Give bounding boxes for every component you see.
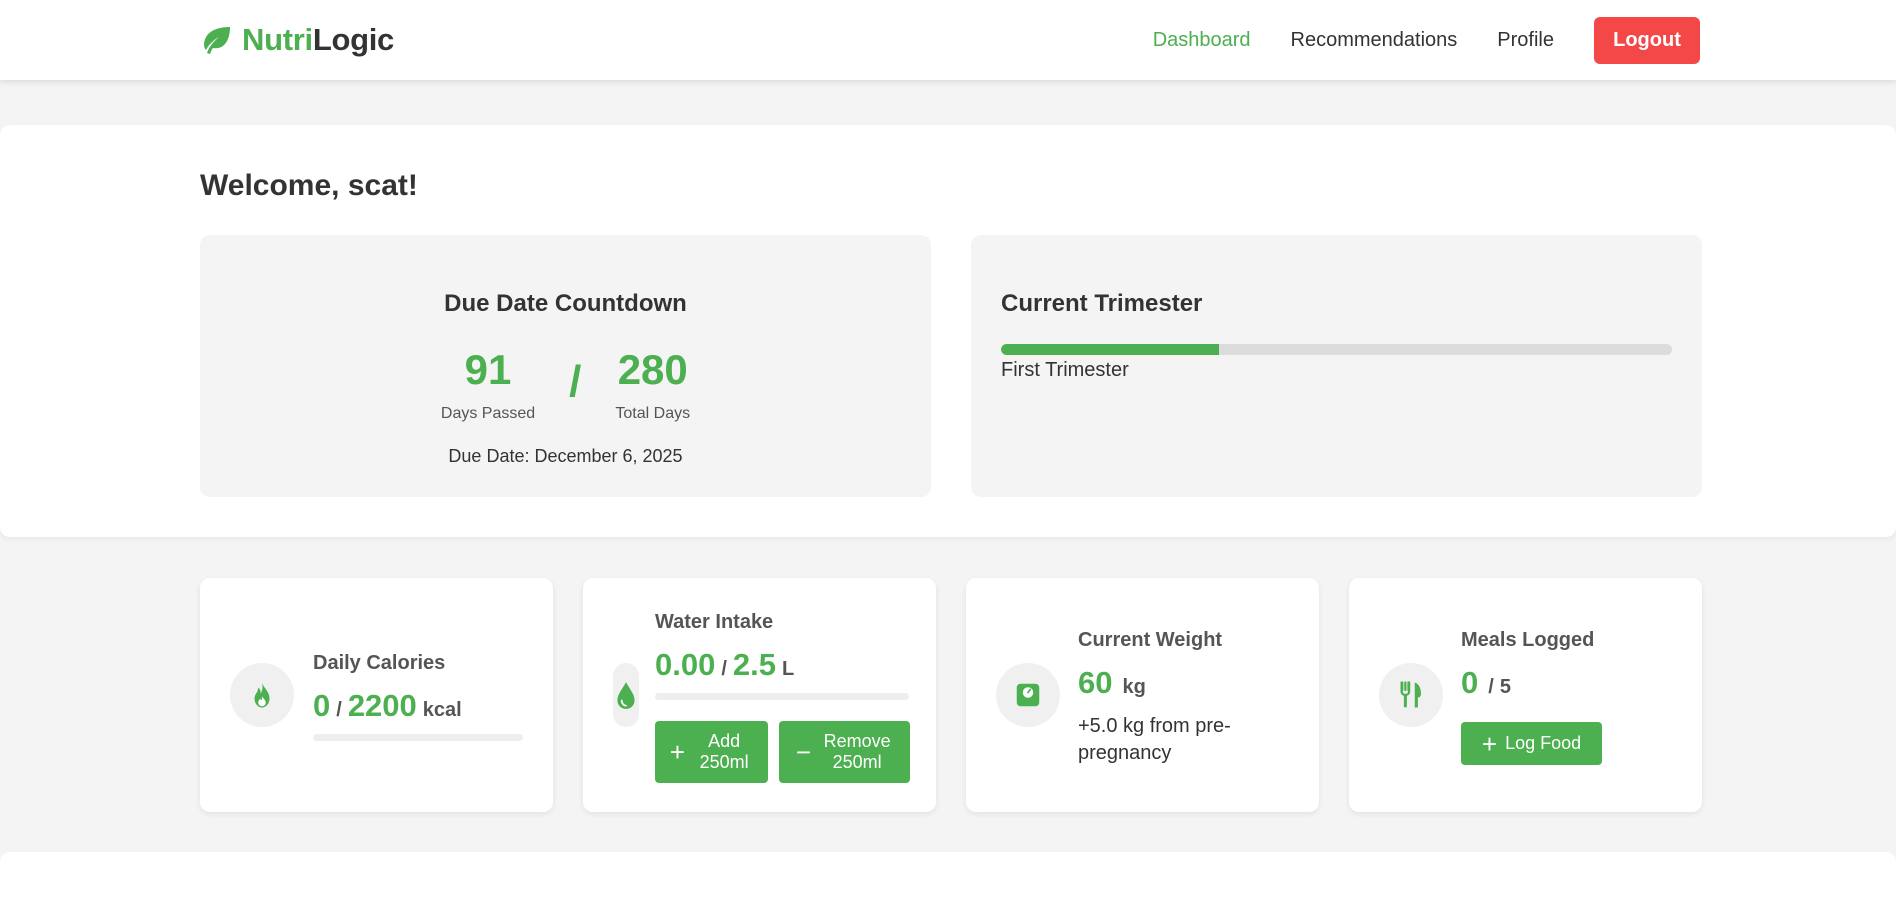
plus-icon: + bbox=[1481, 728, 1498, 759]
calories-progress-bar bbox=[313, 734, 523, 741]
countdown-row: 91 Days Passed / 280 Total Days bbox=[200, 347, 931, 423]
nav-recommendations[interactable]: Recommendations bbox=[1291, 17, 1458, 64]
days-passed-block: 91 Days Passed bbox=[441, 347, 535, 423]
countdown-title: Due Date Countdown bbox=[444, 290, 687, 317]
weight-value-row: 60 kg bbox=[1078, 665, 1146, 701]
trimester-title: Current Trimester bbox=[1001, 290, 1203, 317]
flame-icon bbox=[254, 682, 270, 708]
calories-value: 0 bbox=[313, 688, 331, 723]
meals-value: 0 bbox=[1461, 665, 1479, 700]
logout-button[interactable]: Logout bbox=[1594, 17, 1700, 64]
meals-logged-card: Meals Logged 0 / 5 + Log Food bbox=[1349, 578, 1702, 812]
countdown-separator: / bbox=[569, 357, 582, 406]
brand-logo[interactable]: NutriLogic bbox=[200, 22, 394, 58]
trimester-progress-fill bbox=[1001, 344, 1220, 355]
utensils-icon-circle bbox=[1379, 663, 1443, 727]
days-passed-value: 91 bbox=[464, 346, 512, 393]
total-days-block: 280 Total Days bbox=[615, 347, 690, 423]
welcome-card: Welcome, scat! Due Date Countdown 91 Day… bbox=[0, 125, 1896, 537]
remove-water-label: Remove 250ml bbox=[823, 731, 891, 772]
flame-icon-circle bbox=[230, 663, 294, 727]
brand-name: NutriLogic bbox=[242, 22, 394, 58]
water-drop-icon bbox=[617, 682, 635, 709]
scale-icon bbox=[1016, 683, 1040, 707]
meals-target: 5 bbox=[1499, 676, 1511, 698]
total-days-value: 280 bbox=[617, 346, 688, 393]
calories-label: Daily Calories bbox=[313, 652, 446, 674]
water-separator: / bbox=[721, 658, 727, 680]
remove-water-button[interactable]: − Remove 250ml bbox=[779, 721, 910, 783]
calories-value-row: 0 / 2200 kcal bbox=[313, 688, 462, 724]
due-date-text: Due Date: December 6, 2025 bbox=[448, 446, 683, 466]
trimester-progress-bar bbox=[1001, 344, 1672, 355]
nav-links: Dashboard Recommendations Profile Logout bbox=[1153, 17, 1700, 64]
days-passed-label: Days Passed bbox=[440, 405, 536, 422]
current-weight-card: Current Weight 60 kg +5.0 kg from pre-pr… bbox=[966, 578, 1319, 812]
water-value-row: 0.00 / 2.5 L bbox=[655, 647, 794, 683]
leaf-icon bbox=[204, 27, 230, 54]
weight-value: 60 bbox=[1078, 665, 1113, 700]
calories-target: 2200 bbox=[347, 688, 417, 723]
welcome-title: Welcome, scat! bbox=[200, 169, 418, 202]
water-label: Water Intake bbox=[655, 611, 774, 633]
plus-icon: + bbox=[669, 737, 686, 767]
current-trimester-panel: Current Trimester First Trimester bbox=[971, 235, 1702, 497]
bottom-section-card bbox=[0, 852, 1896, 898]
log-food-button[interactable]: + Log Food bbox=[1461, 722, 1602, 765]
meals-separator: / bbox=[1488, 676, 1494, 698]
weight-change-note: +5.0 kg from pre-pregnancy bbox=[1078, 715, 1231, 764]
nav-profile[interactable]: Profile bbox=[1497, 17, 1554, 64]
add-water-label: Add 250ml bbox=[699, 731, 749, 772]
log-food-label: Log Food bbox=[1505, 733, 1582, 753]
water-icon-circle bbox=[613, 663, 639, 727]
meals-value-row: 0 / 5 bbox=[1461, 665, 1511, 701]
brand-name-part2: Logic bbox=[312, 22, 394, 57]
water-unit: L bbox=[782, 658, 795, 680]
weight-unit: kg bbox=[1122, 676, 1146, 698]
weight-label: Current Weight bbox=[1078, 629, 1223, 651]
water-value: 0.00 bbox=[655, 647, 716, 682]
water-target: 2.5 bbox=[732, 647, 777, 682]
navbar: NutriLogic Dashboard Recommendations Pro… bbox=[0, 0, 1896, 80]
calories-separator: / bbox=[336, 699, 342, 721]
brand-name-part1: Nutri bbox=[242, 22, 313, 57]
meals-label: Meals Logged bbox=[1461, 629, 1595, 651]
minus-icon: − bbox=[795, 737, 812, 767]
calories-unit: kcal bbox=[422, 699, 462, 721]
utensils-icon bbox=[1400, 681, 1421, 708]
nav-dashboard[interactable]: Dashboard bbox=[1153, 17, 1251, 64]
daily-calories-card: Daily Calories 0 / 2200 kcal bbox=[200, 578, 553, 812]
total-days-label: Total Days bbox=[615, 405, 691, 422]
add-water-button[interactable]: + Add 250ml bbox=[655, 721, 768, 783]
water-intake-card: Water Intake 0.00 / 2.5 L + Add 250ml − … bbox=[583, 578, 936, 812]
due-date-countdown-panel: Due Date Countdown 91 Days Passed / 280 … bbox=[200, 235, 931, 497]
trimester-label: First Trimester bbox=[1001, 359, 1129, 381]
water-progress-bar bbox=[655, 693, 909, 700]
scale-icon-circle bbox=[996, 663, 1060, 727]
